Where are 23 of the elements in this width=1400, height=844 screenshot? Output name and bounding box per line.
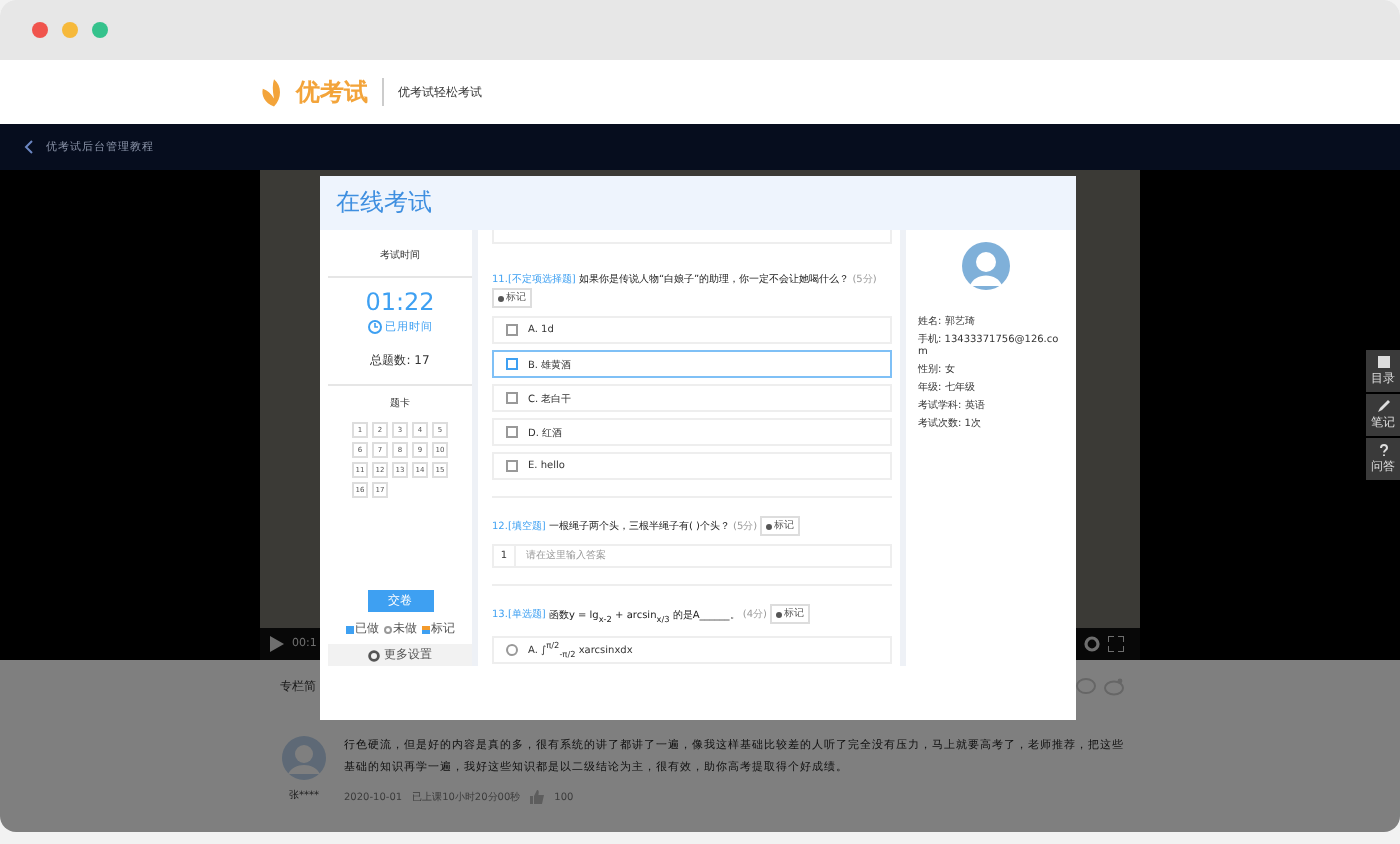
timer: 01:22	[365, 288, 435, 316]
close-dot[interactable]	[32, 22, 48, 38]
student-avatar	[961, 242, 1009, 290]
settings-icon	[368, 649, 380, 661]
back-icon[interactable]	[24, 140, 34, 154]
pencil-icon	[1377, 399, 1389, 411]
dialog-title: 在线考试	[320, 176, 1076, 230]
fullscreen-icon[interactable]	[1108, 636, 1124, 652]
clock-icon	[367, 320, 381, 334]
chat-icon[interactable]	[1076, 677, 1096, 695]
legend-swatch	[345, 625, 353, 633]
legend-swatch	[383, 625, 391, 633]
maximize-dot[interactable]	[92, 22, 108, 38]
settings-icon[interactable]	[1084, 636, 1100, 652]
share-icon[interactable]	[1104, 677, 1124, 695]
question-mark-icon	[1377, 443, 1389, 455]
square-icon	[1377, 355, 1389, 367]
legend-swatch	[421, 625, 429, 633]
user-avatar	[282, 736, 326, 780]
minimize-dot[interactable]	[62, 22, 78, 38]
thumbs-up-icon[interactable]	[530, 790, 545, 804]
play-icon[interactable]	[270, 636, 284, 652]
logo-text: 优考试	[296, 75, 368, 109]
